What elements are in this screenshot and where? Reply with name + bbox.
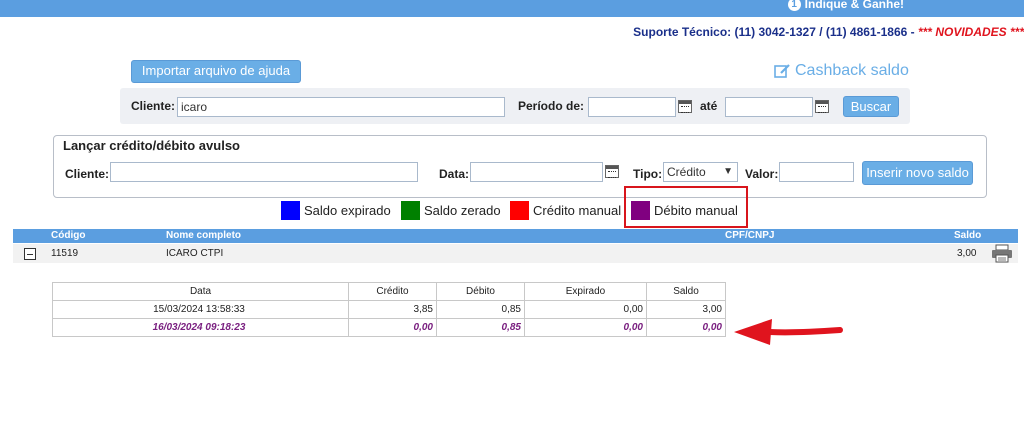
- tipo-select[interactable]: Crédito ▼: [663, 162, 738, 182]
- cell-debito: 0,85: [436, 318, 525, 337]
- table-row: 15/03/2024 13:58:33 3,85 0,85 0,00 3,00: [52, 300, 726, 319]
- info-icon: 1: [787, 0, 801, 11]
- calendar-icon[interactable]: [605, 165, 619, 178]
- ate-label: até: [700, 99, 718, 113]
- avulso-title: Lançar crédito/débito avulso: [63, 138, 240, 153]
- legend-label: Saldo zerado: [424, 203, 501, 218]
- calendar-icon[interactable]: [815, 100, 829, 113]
- insert-saldo-button[interactable]: Inserir novo saldo: [862, 161, 973, 185]
- cell-debito: 0,85: [436, 300, 525, 319]
- detail-header-credito: Crédito: [348, 282, 437, 301]
- tipo-selected-value: Crédito: [667, 165, 706, 179]
- indique-ganhe-label: Indique & Ganhe!: [804, 0, 904, 11]
- cell-credito: 0,00: [348, 318, 437, 337]
- collapse-icon[interactable]: [24, 248, 36, 260]
- swatch-credito-manual: [510, 201, 529, 220]
- periodo-to-input[interactable]: [725, 97, 813, 117]
- avulso-cliente-input[interactable]: [110, 162, 418, 182]
- valor-label: Valor:: [745, 167, 779, 181]
- top-bar: 1 Indique & Ganhe!: [0, 0, 1024, 17]
- row-nome: ICARO CTPI: [166, 248, 224, 259]
- import-help-file-button[interactable]: Importar arquivo de ajuda: [131, 60, 301, 83]
- chevron-down-icon: ▼: [723, 166, 733, 177]
- avulso-panel: Lançar crédito/débito avulso Cliente: Da…: [53, 135, 987, 198]
- tipo-label: Tipo:: [633, 167, 663, 181]
- support-text: Suporte Técnico: (11) 3042-1327 / (11) 4…: [633, 25, 918, 39]
- printer-icon[interactable]: [991, 244, 1013, 263]
- edit-icon: [774, 64, 790, 78]
- header-saldo: Saldo: [954, 230, 982, 241]
- cell-expirado: 0,00: [524, 318, 647, 337]
- cashback-label: Cashback saldo: [795, 62, 909, 79]
- valor-input[interactable]: [779, 162, 854, 182]
- cashback-saldo-link[interactable]: Cashback saldo: [774, 62, 909, 80]
- detail-header-data: Data: [52, 282, 349, 301]
- avulso-data-input[interactable]: [470, 162, 603, 182]
- search-cliente-label: Cliente:: [131, 99, 176, 113]
- detail-table: Data Crédito Débito Expirado Saldo 15/03…: [52, 282, 726, 337]
- support-line: Suporte Técnico: (11) 3042-1327 / (11) 4…: [633, 25, 1024, 39]
- annotation-arrow-icon: [734, 319, 843, 345]
- cell-saldo: 3,00: [646, 300, 726, 319]
- cell-data: 15/03/2024 13:58:33: [52, 300, 349, 319]
- header-nome: Nome completo: [166, 230, 242, 241]
- clients-table-header: Código Nome completo CPF/CNPJ Saldo: [13, 229, 1018, 243]
- row-codigo: 11519: [51, 248, 79, 259]
- detail-header-expirado: Expirado: [524, 282, 647, 301]
- cell-data: 16/03/2024 09:18:23: [52, 318, 349, 337]
- cell-saldo: 0,00: [646, 318, 726, 337]
- row-saldo: 3,00: [957, 248, 977, 259]
- legend-credito-manual: Crédito manual: [510, 201, 621, 220]
- cell-credito: 3,85: [348, 300, 437, 319]
- highlight-box: [624, 186, 748, 228]
- search-cliente-input[interactable]: icaro: [177, 97, 505, 117]
- legend-label: Saldo expirado: [304, 203, 391, 218]
- swatch-saldo-expirado: [281, 201, 300, 220]
- search-bar: Cliente: icaro Período de: até Buscar: [120, 88, 910, 124]
- header-cpf: CPF/CNPJ: [725, 230, 775, 241]
- novidades-link[interactable]: *** NOVIDADES ***: [918, 25, 1024, 39]
- detail-header-saldo: Saldo: [646, 282, 726, 301]
- periodo-label: Período de:: [518, 99, 585, 113]
- calendar-icon[interactable]: [678, 100, 692, 113]
- swatch-saldo-zerado: [401, 201, 420, 220]
- legend-saldo-zerado: Saldo zerado: [401, 201, 501, 220]
- detail-header-debito: Débito: [436, 282, 525, 301]
- avulso-data-label: Data:: [439, 167, 470, 181]
- table-row[interactable]: 11519 ICARO CTPI 3,00: [13, 244, 1018, 263]
- cell-expirado: 0,00: [524, 300, 647, 319]
- avulso-cliente-label: Cliente:: [65, 167, 110, 181]
- header-codigo: Código: [51, 230, 86, 241]
- table-row: 16/03/2024 09:18:23 0,00 0,85 0,00 0,00: [52, 318, 726, 337]
- legend-label: Crédito manual: [533, 203, 622, 218]
- periodo-from-input[interactable]: [588, 97, 676, 117]
- buscar-button[interactable]: Buscar: [843, 96, 899, 117]
- indique-ganhe-link[interactable]: 1 Indique & Ganhe!: [787, 0, 904, 11]
- legend-saldo-expirado: Saldo expirado: [281, 201, 391, 220]
